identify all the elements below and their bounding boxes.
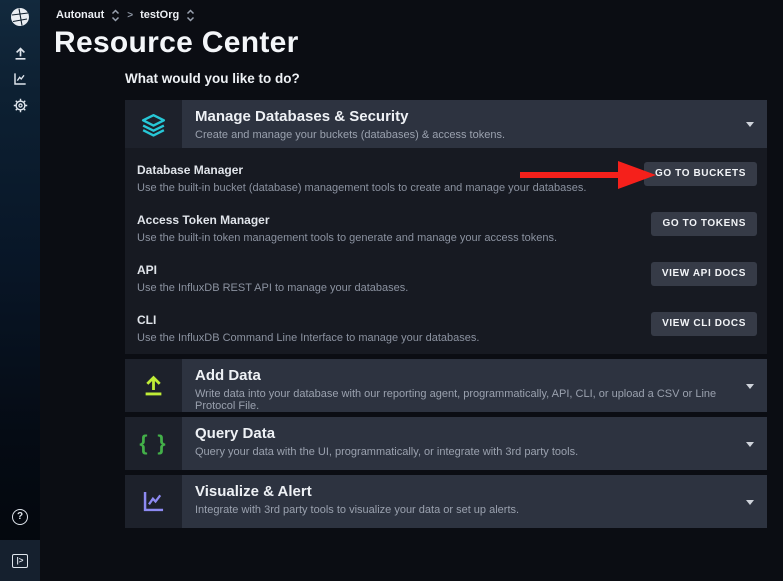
- sidebar-item-expand[interactable]: |>: [0, 540, 40, 581]
- view-api-docs-button[interactable]: VIEW API DOCS: [651, 262, 757, 286]
- breadcrumb: Autonaut > testOrg: [56, 7, 195, 23]
- card-description: Integrate with 3rd party tools to visual…: [195, 504, 737, 516]
- breadcrumb-separator: >: [127, 10, 133, 21]
- sidebar-item-load-data[interactable]: [0, 40, 40, 66]
- expand-sidebar-icon: |>: [12, 554, 28, 568]
- card-visualize-alert: Visualize & Alert Integrate with 3rd par…: [125, 475, 767, 528]
- suborg-dropdown-caret-icon[interactable]: [186, 9, 195, 22]
- card-query-data-header[interactable]: { } Query Data Query your data with the …: [125, 417, 767, 470]
- card-description: Query your data with the UI, programmati…: [195, 446, 737, 458]
- chevron-down-icon[interactable]: [746, 442, 754, 447]
- chevron-down-icon[interactable]: [746, 384, 754, 389]
- chevron-down-icon[interactable]: [746, 122, 754, 127]
- card-title: Query Data: [195, 425, 737, 442]
- sidebar-item-data-explorer[interactable]: [0, 66, 40, 92]
- card-manage-databases-header[interactable]: Manage Databases & Security Create and m…: [125, 100, 767, 148]
- card-visualize-alert-heading: Visualize & Alert Integrate with 3rd par…: [182, 475, 767, 528]
- page-title: Resource Center: [54, 26, 299, 60]
- line-chart-icon: [12, 71, 28, 87]
- resource-center-cards: Manage Databases & Security Create and m…: [125, 100, 767, 533]
- help-icon: ?: [12, 509, 28, 525]
- card-manage-databases: Manage Databases & Security Create and m…: [125, 100, 767, 354]
- influxdb-logo-icon[interactable]: [8, 5, 32, 29]
- card-add-data: Add Data Write data into your database w…: [125, 359, 767, 412]
- upload-icon: [125, 359, 182, 412]
- gear-icon: [12, 97, 29, 114]
- upload-icon: [12, 45, 29, 62]
- braces-icon: { }: [125, 417, 182, 470]
- go-to-tokens-button[interactable]: GO TO TOKENS: [651, 212, 757, 236]
- card-manage-databases-heading: Manage Databases & Security Create and m…: [182, 100, 767, 148]
- sidebar-item-settings[interactable]: [0, 92, 40, 118]
- card-add-data-header[interactable]: Add Data Write data into your database w…: [125, 359, 767, 412]
- org-dropdown-caret-icon[interactable]: [111, 9, 120, 22]
- page-subtitle: What would you like to do?: [125, 71, 300, 86]
- breadcrumb-suborg[interactable]: testOrg: [140, 9, 179, 21]
- sidebar-item-help[interactable]: ?: [0, 504, 40, 530]
- sidebar: ? |>: [0, 0, 40, 581]
- section-api: API Use the InfluxDB REST API to manage …: [137, 254, 767, 304]
- card-visualize-alert-header[interactable]: Visualize & Alert Integrate with 3rd par…: [125, 475, 767, 528]
- card-manage-databases-body: Database Manager Use the built-in bucket…: [125, 148, 767, 354]
- card-description: Create and manage your buckets (database…: [195, 129, 737, 141]
- chevron-down-icon[interactable]: [746, 500, 754, 505]
- card-title: Visualize & Alert: [195, 483, 737, 500]
- section-database-manager: Database Manager Use the built-in bucket…: [137, 154, 767, 204]
- view-cli-docs-button[interactable]: VIEW CLI DOCS: [651, 312, 757, 336]
- card-query-data-heading: Query Data Query your data with the UI, …: [182, 417, 767, 470]
- card-title: Add Data: [195, 367, 737, 384]
- go-to-buckets-button[interactable]: GO TO BUCKETS: [644, 162, 757, 186]
- section-cli: CLI Use the InfluxDB Command Line Interf…: [137, 304, 767, 354]
- layers-icon: [125, 100, 182, 148]
- card-title: Manage Databases & Security: [195, 108, 737, 125]
- card-add-data-heading: Add Data Write data into your database w…: [182, 359, 767, 412]
- card-query-data: { } Query Data Query your data with the …: [125, 417, 767, 470]
- section-access-token-manager: Access Token Manager Use the built-in to…: [137, 204, 767, 254]
- card-description: Write data into your database with our r…: [195, 388, 737, 412]
- breadcrumb-org[interactable]: Autonaut: [56, 9, 104, 21]
- line-chart-icon: [125, 475, 182, 528]
